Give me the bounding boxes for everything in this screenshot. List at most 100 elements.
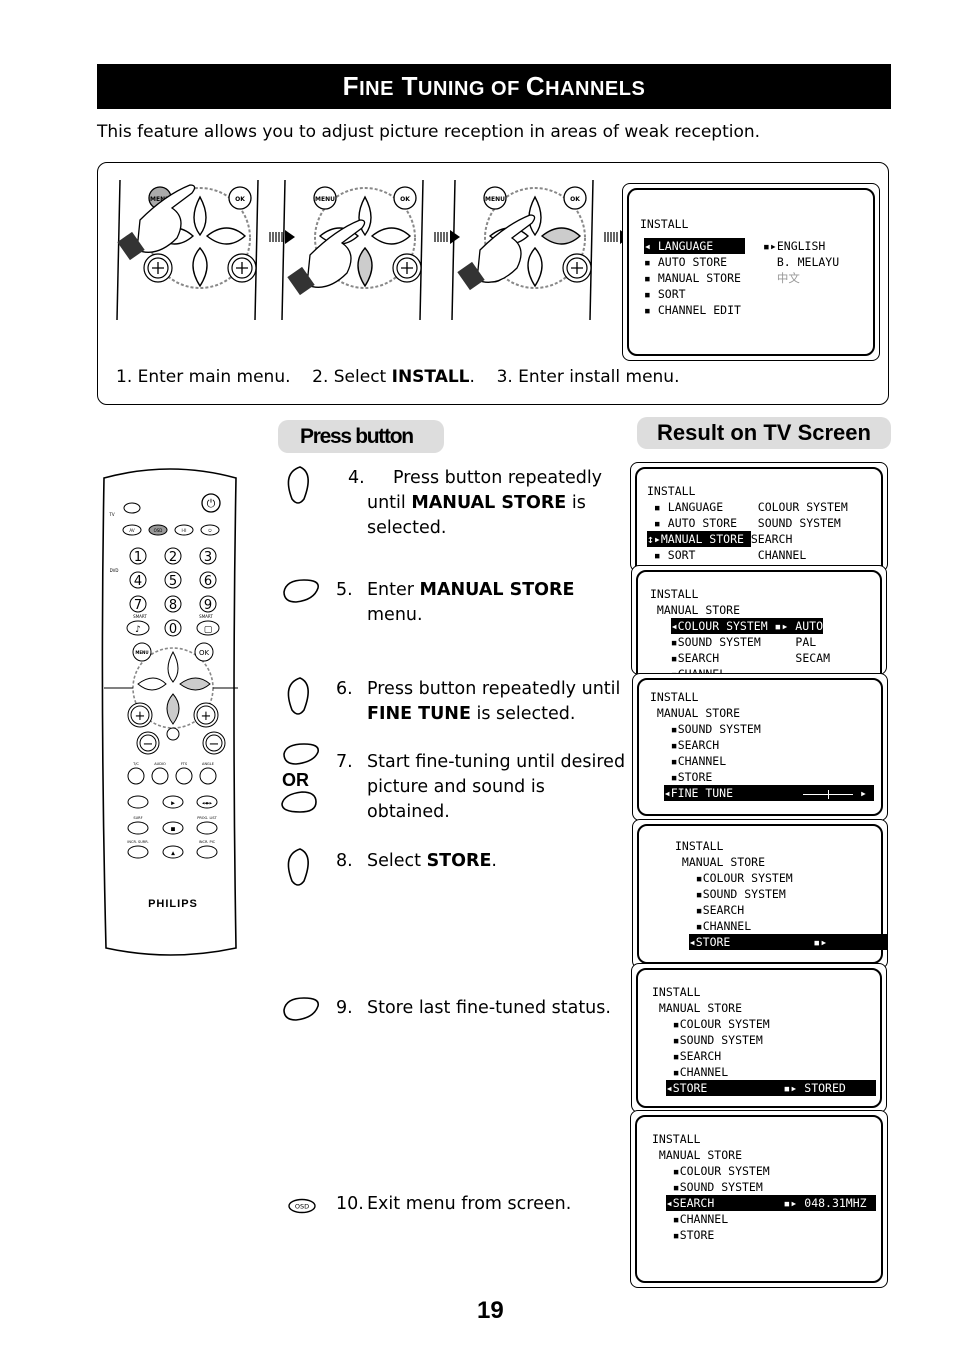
svg-text:▶: ▶ <box>171 801 175 807</box>
osd-line: ▪SOUND SYSTEM <box>650 722 761 736</box>
svg-text:SMART: SMART <box>199 614 213 619</box>
osd-line: INSTALL <box>650 587 699 601</box>
svg-text:+: + <box>135 709 146 724</box>
svg-text:3: 3 <box>204 550 212 565</box>
osd-line: MANUAL STORE <box>652 1148 743 1162</box>
svg-text:I-II: I-II <box>182 528 187 533</box>
svg-text:ANGLE: ANGLE <box>202 762 214 766</box>
remote-pad-illustration: MENU OK <box>116 179 259 321</box>
step-10: 10. Exit menu from screen. <box>336 1194 572 1214</box>
osd-line: ◂COLOUR SYSTEM ▪▸ AUTO <box>670 618 824 634</box>
install-menu-item: ▪ MANUAL STORE <box>644 271 741 285</box>
step-6: 6. Press button repeatedly until FINE TUN… <box>336 679 621 724</box>
svg-text:T/C: T/C <box>132 762 139 766</box>
osd-line: ▪ LANGUAGE COLOUR SYSTEM <box>647 500 848 514</box>
svg-text:+: + <box>201 709 212 724</box>
caption-2: 2. Select INSTALL. <box>312 367 475 387</box>
tv-screen-result: INSTALL MANUAL STORE ▪COLOUR SYSTEM ▪SOU… <box>632 819 888 969</box>
svg-text:6: 6 <box>204 574 212 589</box>
svg-text:OSD: OSD <box>295 1203 309 1211</box>
svg-text:FTS: FTS <box>181 762 188 766</box>
caption-3: 3. Enter install menu. <box>496 367 680 387</box>
remote-pad-illustration: MENU OK <box>451 179 594 321</box>
osd-line: ↕▸MANUAL STORE SEARCH <box>647 531 793 547</box>
osd-line: ▪CHANNEL <box>675 919 752 933</box>
svg-text:4: 4 <box>134 574 142 589</box>
osd-line: ▪SOUND SYSTEM PAL <box>650 635 817 649</box>
osd-line: ◂FINE TUNE ▸ <box>663 785 874 801</box>
svg-text:MENU: MENU <box>315 196 335 203</box>
svg-text:◂◂▸▸: ◂◂▸▸ <box>202 801 213 807</box>
install-menu-item: ▪ SORT <box>644 287 686 301</box>
nav-up-down-button-icon <box>287 466 309 504</box>
svg-text:AUDIO: AUDIO <box>154 762 166 766</box>
svg-text:⏻: ⏻ <box>207 497 216 510</box>
nav-right-button-icon <box>283 997 320 1021</box>
osd-line: ▪COLOUR SYSTEM <box>652 1017 770 1031</box>
svg-text:MENU: MENU <box>135 650 148 655</box>
function-button <box>127 767 145 785</box>
function-button <box>175 767 193 785</box>
install-screen-preview: INSTALL ◂ LANGUAGE ▪ AUTO STORE ▪ MANUAL S… <box>622 183 880 361</box>
step-4: 4. Press button repeatedly until MANUAL S… <box>348 468 603 538</box>
svg-text:▢: ▢ <box>204 625 213 635</box>
svg-text:8: 8 <box>169 598 177 613</box>
language-option: ▪▸ENGLISH <box>763 239 826 253</box>
osd-line: MANUAL STORE <box>650 603 741 617</box>
osd-line: ▪SEARCH <box>652 1049 722 1063</box>
osd-line: ▪CHANNEL <box>650 754 727 768</box>
osd-line: INSTALL <box>652 985 701 999</box>
language-option: 中文 <box>763 271 800 285</box>
arrow-right-icon <box>269 230 295 244</box>
osd-button-icon: OSD <box>288 1198 316 1214</box>
svg-text:TV: TV <box>108 512 114 517</box>
svg-text:SMART: SMART <box>133 614 147 619</box>
page-number: 19 <box>477 1297 504 1324</box>
osd-line: ▪COLOUR SYSTEM <box>675 871 793 885</box>
osd-line: ▪SOUND SYSTEM <box>675 887 786 901</box>
remote-lower-button <box>127 795 149 809</box>
osd-line: ▪STORE <box>652 1228 715 1242</box>
remote-control-illustration: ⏻AV OSD I-II ⏻1 2 34 5 67 8 9♪ 0 ▢SMART SMARTTVDVDME… <box>101 468 238 956</box>
svg-text:MENU: MENU <box>485 196 505 203</box>
svg-text:INCR. SURR.: INCR. SURR. <box>127 840 148 844</box>
svg-text:SURF: SURF <box>133 816 142 820</box>
remote-lower-button <box>196 821 218 835</box>
top-captions: 1. Enter main menu. 2. Select INSTALL. 3… <box>116 367 679 387</box>
nav-left-right-button-icon: OR <box>281 743 320 813</box>
remote-lower-button <box>127 845 149 859</box>
install-title: INSTALL <box>640 217 689 231</box>
osd-line: ◂STORE ▪▸ STORED <box>665 1080 876 1096</box>
svg-text:OK: OK <box>199 649 210 657</box>
osd-line: INSTALL <box>675 839 724 853</box>
svg-text:5: 5 <box>169 574 177 589</box>
svg-text:▲: ▲ <box>171 851 175 857</box>
osd-line: ▪CHANNEL <box>652 1065 729 1079</box>
tv-screen-result: INSTALL MANUAL STORE ◂COLOUR SYSTEM ▪▸ AU… <box>631 565 887 675</box>
svg-text:−: − <box>209 737 220 752</box>
osd-line: ▪STORE <box>650 770 713 784</box>
nav-up-down-button-icon <box>287 848 309 886</box>
svg-text:DVD: DVD <box>110 568 119 573</box>
step-5: 5. Enter MANUAL STORE menu. <box>336 580 575 625</box>
function-button <box>151 767 169 785</box>
install-menu-item: ▪ CHANNEL EDIT <box>644 303 741 317</box>
osd-line: MANUAL STORE <box>675 855 766 869</box>
svg-text:OR: OR <box>282 770 309 790</box>
osd-line: ▪SOUND SYSTEM <box>652 1033 763 1047</box>
language-option: B. MELAYU <box>763 255 840 269</box>
osd-line: ▪CHANNEL <box>652 1212 729 1226</box>
osd-line: ▪ AUTO STORE SOUND SYSTEM <box>647 516 841 530</box>
svg-text:1: 1 <box>134 550 142 565</box>
pointing-hand-icon <box>476 214 536 283</box>
remote-lower-button <box>196 845 218 859</box>
remote-lower-button <box>127 821 149 835</box>
step-8: 8. Select STORE. <box>336 851 497 871</box>
svg-text:■: ■ <box>171 827 176 833</box>
osd-line: INSTALL <box>652 1132 701 1146</box>
osd-line: INSTALL <box>647 484 696 498</box>
svg-text:2: 2 <box>169 550 177 565</box>
svg-text:OSD: OSD <box>154 528 163 533</box>
intro-text: This feature allows you to adjust pictur… <box>97 122 761 142</box>
tv-screen-result: INSTALL MANUAL STORE ▪SOUND SYSTEM ▪SEAR… <box>632 673 888 821</box>
